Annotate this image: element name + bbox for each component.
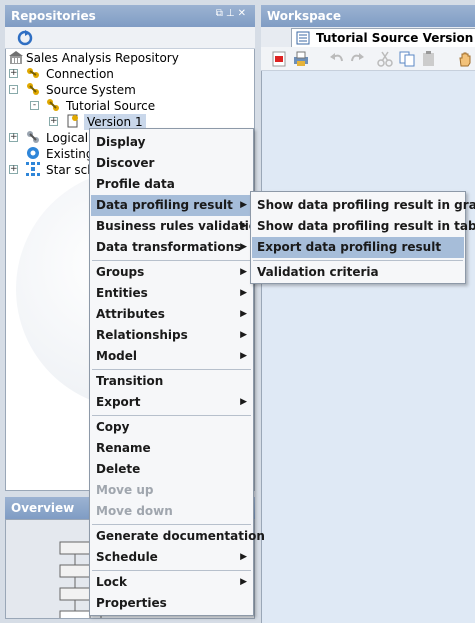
- menu-item-model[interactable]: Model ▶: [91, 346, 252, 367]
- tree-item-tutorial-source[interactable]: Tutorial Source: [66, 98, 155, 114]
- submenu-arrow-icon: ▶: [240, 288, 247, 298]
- tree-item-connection[interactable]: Connection: [46, 66, 114, 82]
- repositories-title: Repositories: [11, 9, 96, 23]
- submenu-arrow-icon: ▶: [240, 552, 247, 562]
- version-icon: [67, 114, 78, 128]
- menu-item-properties[interactable]: Properties: [91, 593, 252, 614]
- restore-icon[interactable]: ⧉: [216, 8, 226, 19]
- menu-item-data-transformations[interactable]: Data transformations ▶: [91, 237, 252, 258]
- expand-icon[interactable]: +: [9, 165, 18, 174]
- menu-item-move-up: Move up: [96, 483, 154, 497]
- redo-icon[interactable]: [349, 51, 365, 67]
- menu-item-discover[interactable]: Discover: [91, 153, 252, 174]
- menu-item-business-rules-validation[interactable]: Business rules validation ▶: [91, 216, 266, 237]
- menu-item-relationships[interactable]: Relationships ▶: [91, 325, 252, 346]
- menu-item-delete[interactable]: Delete: [91, 459, 252, 480]
- tab-tutorial-source-diagram[interactable]: Tutorial Source Version 1 Dia: [291, 28, 475, 47]
- pdf-icon[interactable]: [271, 51, 287, 67]
- menu-item-profile-data[interactable]: Profile data: [91, 174, 252, 195]
- expand-icon[interactable]: +: [9, 133, 18, 142]
- repositories-panel-title: Repositories ⧉⊥✕: [5, 5, 255, 27]
- hand-icon[interactable]: [457, 51, 473, 67]
- workspace-toolbar: [261, 47, 475, 71]
- menu-separator: [253, 260, 463, 261]
- undo-icon[interactable]: [329, 51, 345, 67]
- data-profiling-result-submenu: Show data profiling result in graph Show…: [250, 191, 475, 284]
- logical-icon: [27, 131, 39, 143]
- star-schema-icon: [26, 162, 40, 176]
- submenu-arrow-icon: ▶: [240, 200, 247, 210]
- overview-title: Overview: [11, 501, 75, 515]
- menu-item-data-profiling-result[interactable]: Data profiling result ▶: [91, 195, 252, 216]
- submenu-arrow-icon: ▶: [240, 351, 247, 361]
- menu-item-attributes[interactable]: Attributes ▶: [91, 304, 252, 325]
- tree-item-star-schema[interactable]: Star sch: [46, 162, 95, 178]
- submenu-arrow-icon: ▶: [240, 267, 247, 277]
- menu-item-display[interactable]: Display: [91, 132, 252, 153]
- submenu-arrow-icon: ▶: [240, 577, 247, 587]
- menu-item-transition[interactable]: Transition: [91, 371, 252, 392]
- menu-item-lock[interactable]: Lock ▶: [91, 572, 252, 593]
- submenu-item-show-table[interactable]: Show data profiling result in table: [252, 216, 475, 237]
- source-icon: [47, 99, 59, 111]
- collapse-icon[interactable]: -: [9, 85, 18, 94]
- submenu-arrow-icon: ▶: [240, 330, 247, 340]
- connection-icon: [27, 68, 39, 78]
- source-system-icon: [27, 83, 39, 95]
- menu-item-rename[interactable]: Rename: [91, 438, 252, 459]
- context-menu: Display Discover Profile data Data profi…: [89, 128, 266, 616]
- tree-item-repository[interactable]: Sales Analysis Repository: [26, 50, 179, 66]
- tree-item-logical[interactable]: Logical: [46, 130, 88, 146]
- paste-icon[interactable]: [421, 51, 437, 67]
- pin-icon[interactable]: ⊥: [226, 8, 238, 19]
- menu-separator: [92, 415, 251, 416]
- copy-icon[interactable]: [399, 51, 415, 67]
- workspace-canvas[interactable]: [261, 71, 475, 623]
- menu-item-groups[interactable]: Groups ▶: [91, 262, 252, 283]
- menu-item-copy[interactable]: Copy: [91, 417, 252, 438]
- expand-icon[interactable]: +: [9, 69, 18, 78]
- submenu-arrow-icon: ▶: [240, 309, 247, 319]
- menu-item-entities[interactable]: Entities ▶: [91, 283, 252, 304]
- workspace-tab-strip: Tutorial Source Version 1 Dia: [261, 27, 475, 47]
- repositories-toolbar: [5, 27, 255, 49]
- existing-icon: [27, 147, 39, 159]
- menu-item-generate-documentation[interactable]: Generate documentation: [91, 526, 265, 547]
- print-icon[interactable]: [293, 51, 309, 67]
- submenu-arrow-icon: ▶: [240, 397, 247, 407]
- collapse-icon[interactable]: -: [30, 101, 39, 110]
- cut-icon[interactable]: [377, 51, 393, 67]
- menu-item-export[interactable]: Export ▶: [91, 392, 252, 413]
- tree-item-existing[interactable]: Existing: [46, 146, 94, 162]
- submenu-item-validation-criteria[interactable]: Validation criteria: [252, 262, 464, 283]
- submenu-item-export-result[interactable]: Export data profiling result: [252, 237, 464, 258]
- submenu-item-show-graph[interactable]: Show data profiling result in graph: [252, 195, 475, 216]
- workspace-title: Workspace: [267, 9, 342, 23]
- menu-separator: [92, 570, 251, 571]
- tree-item-source-system[interactable]: Source System: [46, 82, 136, 98]
- submenu-arrow-icon: ▶: [240, 221, 247, 231]
- workspace-tab-label: Tutorial Source Version 1 Dia: [316, 31, 475, 45]
- workspace-panel-title: Workspace: [261, 5, 475, 27]
- menu-item-move-down: Move down: [96, 504, 173, 518]
- diagram-icon: [296, 31, 310, 45]
- submenu-arrow-icon: ▶: [240, 242, 247, 252]
- menu-separator: [92, 524, 251, 525]
- repository-icon: [9, 51, 23, 64]
- menu-item-schedule[interactable]: Schedule ▶: [91, 547, 252, 568]
- refresh-icon[interactable]: [17, 30, 33, 46]
- menu-separator: [92, 260, 251, 261]
- menu-separator: [92, 369, 251, 370]
- close-icon[interactable]: ✕: [238, 8, 249, 19]
- expand-icon[interactable]: +: [49, 117, 58, 126]
